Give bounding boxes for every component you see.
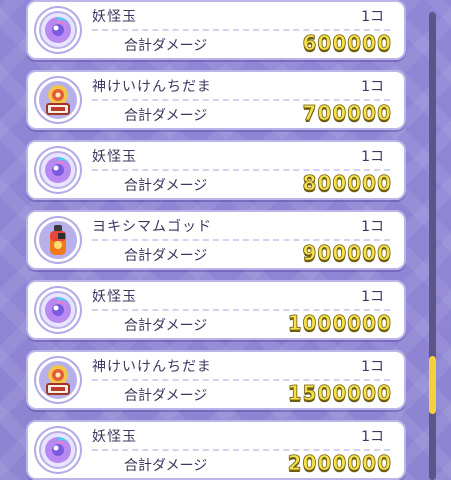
item-count: 1コ	[361, 289, 384, 305]
item-count: 1コ	[361, 149, 384, 165]
damage-label: 合計ダメージ	[124, 248, 208, 264]
damage-label: 合計ダメージ	[124, 38, 208, 54]
list-item[interactable]: ヨキシマムゴッド 1コ 合計ダメージ 900000	[26, 210, 406, 270]
damage-value: 2000000	[287, 451, 392, 476]
damage-value: 1000000	[287, 311, 392, 336]
item-name: 妖怪玉	[92, 9, 137, 25]
god-bell-icon	[36, 358, 80, 402]
item-count: 1コ	[361, 79, 384, 95]
yokai-orb-icon	[36, 148, 80, 192]
yokai-orb-icon	[36, 288, 80, 332]
list-item[interactable]: 妖怪玉 1コ 合計ダメージ 800000	[26, 140, 406, 200]
item-name: 妖怪玉	[92, 149, 137, 165]
yokishima-god-bottle-icon	[36, 218, 80, 262]
damage-label: 合計ダメージ	[124, 318, 208, 334]
damage-label: 合計ダメージ	[124, 388, 208, 404]
scrollbar-thumb[interactable]	[429, 356, 436, 414]
damage-value: 1500000	[287, 381, 392, 406]
item-count: 1コ	[361, 429, 384, 445]
item-name: 神けいけんちだま	[92, 359, 212, 375]
item-name: ヨキシマムゴッド	[92, 219, 212, 235]
damage-value: 700000	[302, 101, 392, 126]
list-item[interactable]: 妖怪玉 1コ 合計ダメージ 2000000	[26, 420, 406, 480]
list-item[interactable]: 神けいけんちだま 1コ 合計ダメージ 1500000	[26, 350, 406, 410]
item-count: 1コ	[361, 9, 384, 25]
item-name: 神けいけんちだま	[92, 79, 212, 95]
list-item[interactable]: 神けいけんちだま 1コ 合計ダメージ 700000	[26, 70, 406, 130]
yokai-orb-icon	[36, 8, 80, 52]
god-bell-icon	[36, 78, 80, 122]
item-count: 1コ	[361, 359, 384, 375]
item-name: 妖怪玉	[92, 289, 137, 305]
damage-label: 合計ダメージ	[124, 458, 208, 474]
scrollbar-track[interactable]	[429, 12, 436, 480]
item-name: 妖怪玉	[92, 429, 137, 445]
item-count: 1コ	[361, 219, 384, 235]
damage-label: 合計ダメージ	[124, 108, 208, 124]
damage-value: 800000	[302, 171, 392, 196]
damage-value: 600000	[302, 31, 392, 56]
reward-list[interactable]: 妖怪玉 1コ 合計ダメージ 600000 神けいけんちだま 1コ 合計ダメージ …	[0, 0, 420, 480]
list-item[interactable]: 妖怪玉 1コ 合計ダメージ 1000000	[26, 280, 406, 340]
yokai-orb-icon	[36, 428, 80, 472]
damage-value: 900000	[302, 241, 392, 266]
damage-label: 合計ダメージ	[124, 178, 208, 194]
list-item[interactable]: 妖怪玉 1コ 合計ダメージ 600000	[26, 0, 406, 60]
